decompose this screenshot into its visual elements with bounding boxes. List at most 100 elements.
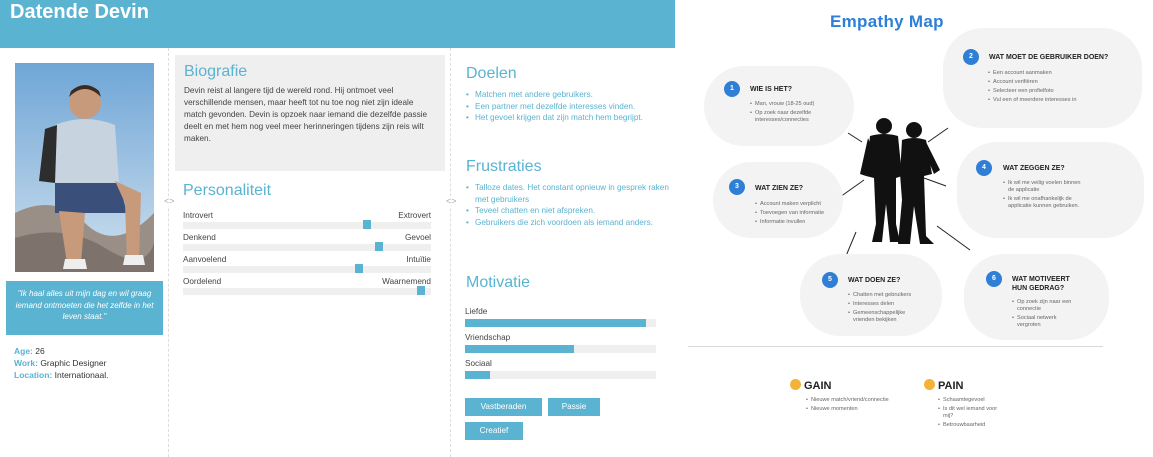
- personality-row: Denkend Gevoel: [183, 233, 431, 251]
- persona-name: Datende Devin: [10, 1, 149, 23]
- list-item: Teveel chatten en niet afspreken.: [466, 205, 671, 217]
- motivation-bar-fill: [465, 319, 647, 327]
- section-question: WIE IS HET?: [750, 86, 792, 93]
- list-item: Is dit wel iemand voor mij?: [938, 406, 1002, 420]
- fact-age: Age: 26: [14, 346, 45, 356]
- trait-slider-knob: [374, 242, 383, 251]
- list-item: Ik wil me onafhankelijk de applicatie ku…: [1003, 196, 1083, 210]
- list-item: Nieuwe match/vriend/connectie: [806, 397, 894, 404]
- trait-left-label: Denkend: [183, 233, 216, 242]
- persona-facts: Age: 26 Work: Graphic Designer Location:…: [14, 345, 109, 381]
- list-item: Op zoek naar dezelfde interesses/connect…: [750, 110, 845, 124]
- list-item: Account verifiëren: [988, 79, 1133, 86]
- trait-tag: Creatief: [465, 422, 523, 440]
- collapse-icon[interactable]: <>: [446, 196, 457, 206]
- motivation-label: Liefde: [465, 307, 488, 316]
- section-question: WAT ZEGGEN ZE?: [1003, 165, 1065, 172]
- personality-row: Introvert Extrovert: [183, 211, 431, 229]
- motivation-label: Sociaal: [465, 359, 492, 368]
- section-question: WAT ZIEN ZE?: [755, 185, 804, 192]
- trait-slider: [183, 220, 431, 229]
- trait-right-label: Extrovert: [398, 211, 431, 220]
- personality-row: Aanvoelend Intuïtie: [183, 255, 431, 273]
- gain-label: GAIN: [804, 380, 832, 392]
- list-item: Betrouwbaarheid: [938, 422, 1002, 429]
- sad-face-icon: [924, 379, 935, 390]
- list-item: Het gevoel krijgen dat zijn match hem be…: [466, 112, 671, 124]
- trait-left-label: Oordelend: [183, 277, 222, 286]
- trait-slider-knob: [362, 220, 371, 229]
- list-item: Interesses delen: [848, 301, 928, 308]
- list-item: Gebruikers die zich voordoen als iemand …: [466, 217, 671, 229]
- persona-quote: "Ik haal alles uit mijn dag en wil graag…: [6, 281, 163, 335]
- list-item: Ik wil me veilig voelen binnen de applic…: [1003, 180, 1083, 194]
- fact-location: Location: Internationaal.: [14, 370, 109, 380]
- trait-slider-knob: [417, 286, 426, 295]
- gain-title: GAIN: [790, 379, 832, 392]
- list-item: Nieuwe momenten: [806, 406, 894, 413]
- people-silhouette: [860, 118, 940, 244]
- section-number-badge: 6: [986, 271, 1002, 287]
- list-item: Op zoek zijn naar een connectie: [1012, 299, 1080, 313]
- list-item: Account maken verplicht: [755, 201, 840, 208]
- list-item: Matchen met andere gebruikers.: [466, 89, 671, 101]
- bio-text: Devin reist al langere tijd de wereld ro…: [184, 86, 428, 143]
- trait-right-label: Waarnemend: [382, 277, 431, 286]
- section-items: Chatten met gebruikers Interesses delen …: [848, 292, 928, 326]
- personality-row: Oordelend Waarnemend: [183, 277, 431, 295]
- motivation-bar: [465, 371, 656, 379]
- section-number-badge: 2: [963, 49, 979, 65]
- empathy-map: Empathy Map 1 WIE IS HET? Man, vrouw (18…: [680, 0, 1153, 457]
- personality-title: Personaliteit: [183, 182, 272, 199]
- motivation-bar-fill: [465, 371, 490, 379]
- persona-card: Datende Devin <> <> "Ik haal alles uit m…: [0, 0, 675, 457]
- column-divider: <>: [164, 48, 175, 457]
- list-item: Chatten met gebruikers: [848, 292, 928, 299]
- list-item: Man, vrouw (18-25 oud): [750, 101, 845, 108]
- list-item: Informatie invullen: [755, 219, 840, 226]
- motivation-bar: [465, 345, 656, 353]
- trait-right-label: Gevoel: [405, 233, 431, 242]
- section-items: Ik wil me veilig voelen binnen de applic…: [1003, 180, 1083, 212]
- trait-tag: Passie: [548, 398, 600, 416]
- motivation-title: Motivatie: [466, 274, 531, 291]
- list-item: Toevoegen van informatie: [755, 210, 840, 217]
- trait-slider-knob: [355, 264, 364, 273]
- motivation-label: Vriendschap: [465, 333, 511, 342]
- persona-photo: [15, 63, 154, 272]
- gain-list: Nieuwe match/vriend/connectie Nieuwe mom…: [806, 397, 894, 415]
- pain-list: Schaamtegevoel Is dit wel iemand voor mi…: [938, 397, 1002, 431]
- section-number-badge: 3: [729, 179, 745, 195]
- trait-left-label: Introvert: [183, 211, 214, 220]
- smiley-icon: [790, 379, 801, 390]
- section-question: WAT MOET DE GEBRUIKER DOEN?: [989, 54, 1109, 61]
- motivation-bar-fill: [465, 345, 574, 353]
- list-item: Schaamtegevoel: [938, 397, 1002, 404]
- section-items: Account maken verplicht Toevoegen van in…: [755, 201, 840, 228]
- goals-title: Doelen: [466, 65, 517, 82]
- persona-header: Datende Devin: [0, 0, 675, 48]
- list-item: Een account aanmaken: [988, 70, 1133, 77]
- list-item: Vul een of meerdere interesses in: [988, 97, 1133, 104]
- trait-left-label: Aanvoelend: [183, 255, 227, 264]
- section-question: WAT DOEN ZE?: [848, 277, 901, 284]
- pain-label: PAIN: [938, 380, 964, 392]
- section-number-badge: 5: [822, 272, 838, 288]
- frustrations-title: Frustraties: [466, 158, 542, 175]
- section-items: Een account aanmaken Account verifiëren …: [988, 70, 1133, 106]
- column-divider: <>: [446, 48, 457, 457]
- section-items: Man, vrouw (18-25 oud) Op zoek naar deze…: [750, 101, 845, 126]
- list-item: Sociaal netwerk vergroten: [1012, 315, 1080, 329]
- motivation-bar: [465, 319, 656, 327]
- section-question: WAT MOTIVEERT HUN GEDRAG?: [1012, 276, 1070, 292]
- divider: [688, 346, 1103, 347]
- section-number-badge: 1: [724, 81, 740, 97]
- frustrations-list: Talloze dates. Het constant opnieuw in g…: [466, 182, 671, 228]
- collapse-icon[interactable]: <>: [164, 196, 175, 206]
- trait-slider: [183, 242, 431, 251]
- motivation-row: Vriendschap: [465, 333, 656, 353]
- bio-title: Biografie: [184, 63, 248, 80]
- trait-slider: [183, 286, 431, 295]
- goals-list: Matchen met andere gebruikers. Een partn…: [466, 89, 671, 124]
- bio-section: Biografie Devin reist al langere tijd de…: [175, 55, 445, 171]
